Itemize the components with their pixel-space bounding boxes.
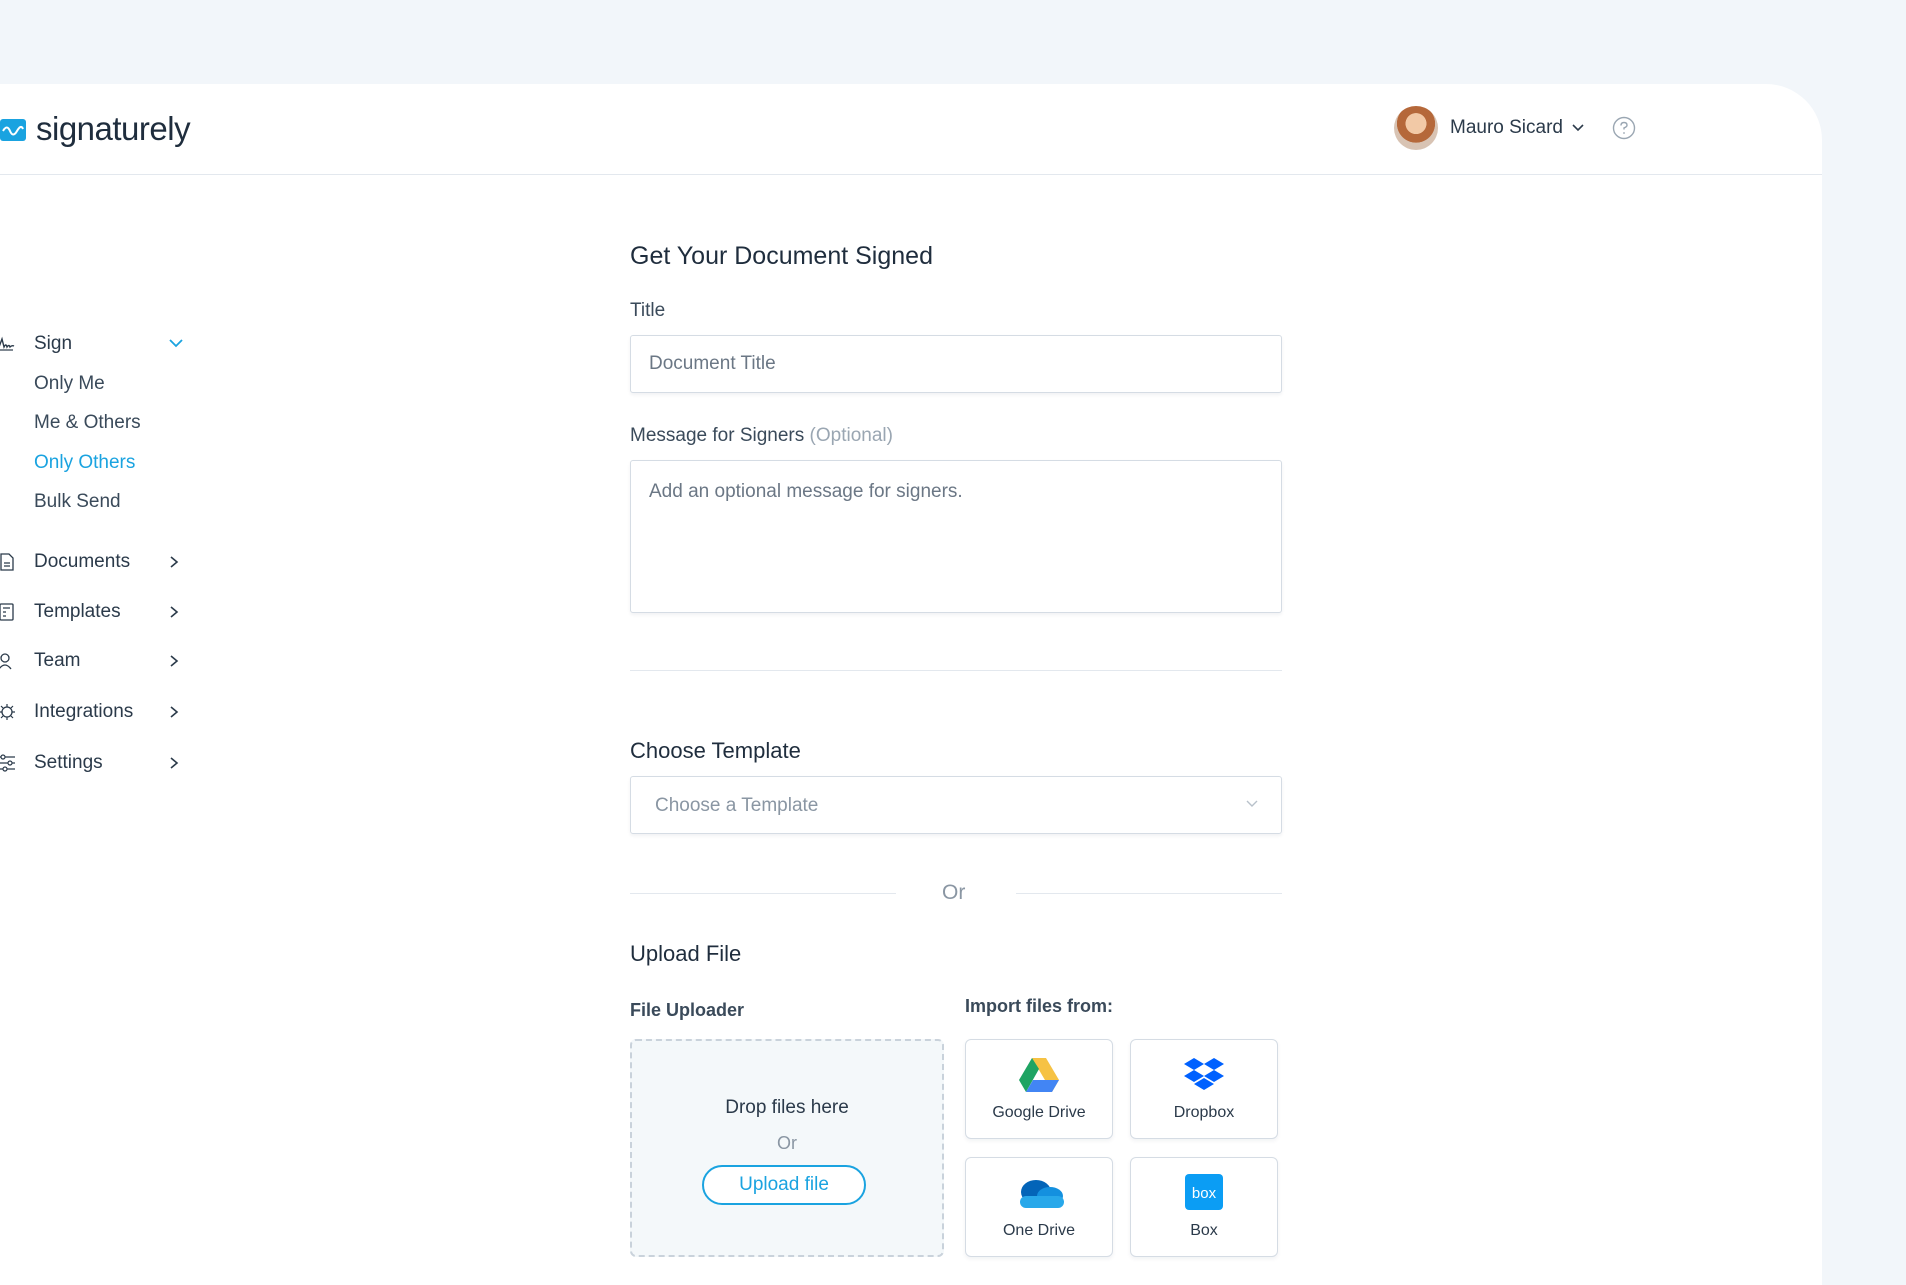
sidebar-item-label: Templates <box>34 601 121 622</box>
logo-text: signaturely <box>36 110 191 147</box>
document-icon <box>0 553 14 571</box>
import-dropbox[interactable]: Dropbox <box>1130 1039 1278 1139</box>
sidebar-subitem-me-and-others[interactable]: Me & Others <box>34 412 141 434</box>
page-title: Get Your Document Signed <box>630 242 933 270</box>
chevron-down-icon <box>169 339 183 348</box>
tile-label: One Drive <box>1002 1222 1076 1239</box>
tile-label: Google Drive <box>992 1104 1086 1121</box>
import-box[interactable]: box Box <box>1130 1157 1278 1257</box>
avatar[interactable] <box>1394 106 1438 150</box>
import-google-drive[interactable]: Google Drive <box>965 1039 1113 1139</box>
signature-icon <box>0 336 15 351</box>
import-one-drive[interactable]: One Drive <box>965 1157 1113 1257</box>
choose-template-heading: Choose Template <box>630 738 801 763</box>
or-separator: Or <box>942 881 966 904</box>
google-drive-icon <box>1019 1058 1059 1092</box>
team-icon <box>0 653 12 670</box>
user-name[interactable]: Mauro Sicard <box>1450 117 1563 139</box>
template-select[interactable]: Choose a Template <box>630 776 1282 834</box>
sidebar-item-label: Sign <box>34 333 73 354</box>
sidebar-subitem-bulk-send[interactable]: Bulk Send <box>34 491 121 513</box>
or-divider-right <box>1016 893 1282 894</box>
upload-file-button[interactable]: Upload file <box>702 1165 866 1205</box>
integrations-icon <box>0 704 15 720</box>
template-icon <box>0 603 14 621</box>
import-files-label: Import files from: <box>965 996 1114 1016</box>
message-label: Message for Signers (Optional) <box>630 425 893 447</box>
chevron-down-icon <box>1246 800 1258 807</box>
chevron-right-icon <box>170 606 179 618</box>
sidebar-subitem-only-others[interactable]: Only Others <box>34 452 135 474</box>
section-divider <box>630 670 1282 671</box>
or-divider-left <box>630 893 896 894</box>
top-header: signaturely Mauro Sicard <box>0 84 1822 175</box>
optional-tag: (Optional) <box>809 425 893 446</box>
box-icon: box <box>1185 1174 1223 1210</box>
upload-file-heading: Upload File <box>630 941 742 966</box>
sidebar-item-label: Integrations <box>34 701 134 722</box>
file-drop-zone[interactable]: Drop files here Or Upload file <box>630 1039 944 1257</box>
title-label: Title <box>630 300 666 321</box>
sidebar-item-sign[interactable]: Sign <box>0 329 190 359</box>
chevron-right-icon <box>170 706 179 718</box>
sidebar-item-settings[interactable]: Settings <box>0 748 190 778</box>
message-textarea[interactable] <box>630 460 1282 613</box>
drop-or-text: Or <box>777 1133 797 1153</box>
user-menu[interactable]: Mauro Sicard <box>1394 106 1585 150</box>
file-uploader-label: File Uploader <box>630 1000 745 1020</box>
message-label-text: Message for Signers <box>630 425 805 446</box>
sidebar-item-label: Team <box>34 650 81 671</box>
chevron-down-icon[interactable] <box>1571 123 1585 133</box>
title-input[interactable] <box>630 335 1282 393</box>
drop-files-text: Drop files here <box>725 1097 849 1118</box>
logo[interactable]: signaturely <box>0 110 191 148</box>
settings-sliders-icon <box>0 754 15 772</box>
chevron-right-icon <box>170 556 179 568</box>
app-window: signaturely Mauro Sicard Sign Only Me Me… <box>0 84 1822 1285</box>
sidebar-item-templates[interactable]: Templates <box>0 597 190 627</box>
svg-text:box: box <box>1192 1185 1217 1202</box>
sidebar-item-team[interactable]: Team <box>0 646 190 676</box>
sidebar-subitem-only-me[interactable]: Only Me <box>34 373 105 395</box>
onedrive-icon <box>1020 1180 1064 1208</box>
tile-label: Dropbox <box>1173 1104 1235 1121</box>
dropbox-icon <box>1184 1058 1224 1090</box>
chevron-right-icon <box>170 757 179 769</box>
template-select-value: Choose a Template <box>655 795 819 816</box>
sidebar-item-label: Documents <box>34 551 131 572</box>
logo-icon <box>0 119 26 141</box>
chevron-right-icon <box>170 655 179 667</box>
help-circle-icon[interactable] <box>1612 116 1636 140</box>
sidebar-item-integrations[interactable]: Integrations <box>0 697 190 727</box>
tile-label: Box <box>1190 1222 1218 1239</box>
sidebar-item-documents[interactable]: Documents <box>0 547 190 577</box>
sidebar-item-label: Settings <box>34 752 103 773</box>
